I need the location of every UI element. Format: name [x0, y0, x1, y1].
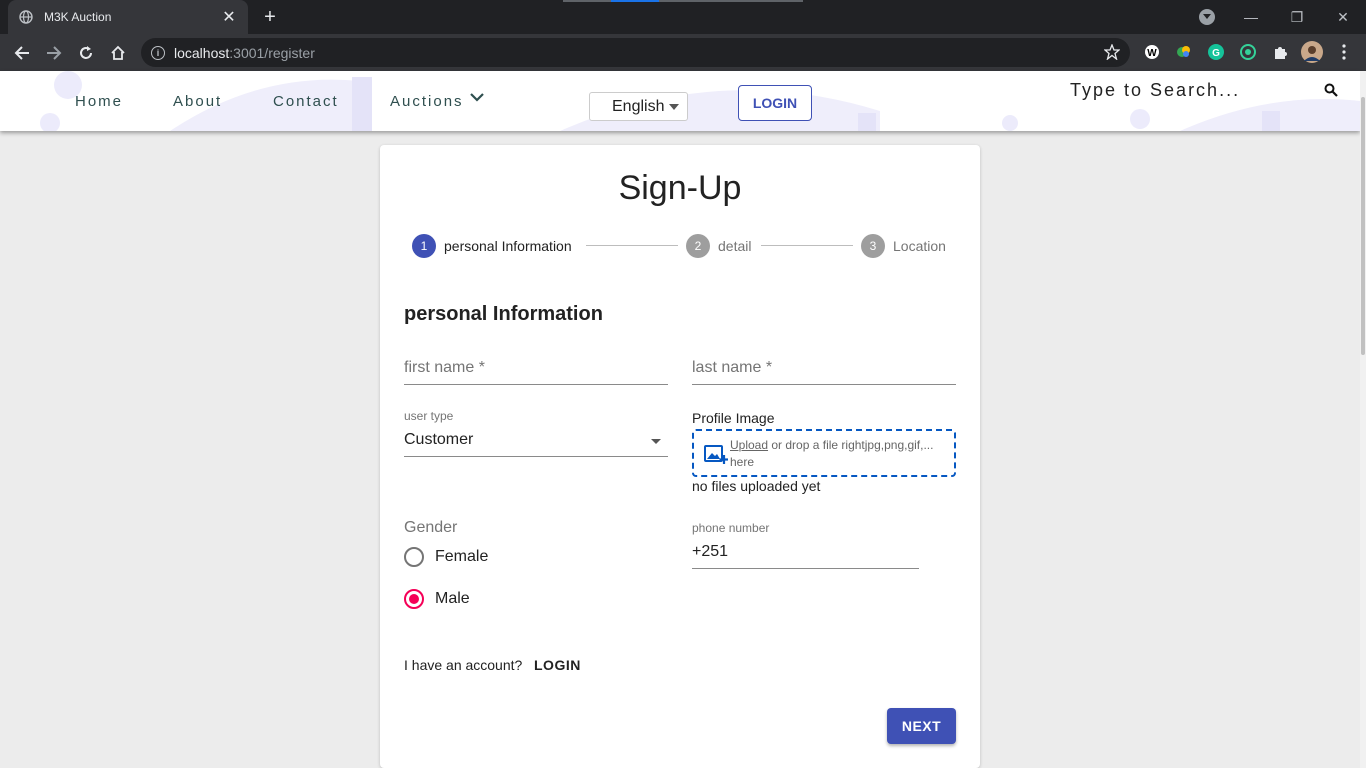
browser-tab[interactable]: M3K Auction ✕	[8, 0, 248, 34]
language-value: English	[612, 97, 665, 115]
profile-image-dropzone[interactable]: Upload or drop a file rightjpg,png,gif,.…	[692, 429, 956, 477]
gender-option-male[interactable]: Male	[404, 589, 470, 609]
section-title: personal Information	[404, 303, 603, 325]
site-info-icon[interactable]: i	[151, 45, 165, 60]
extension-w-icon[interactable]: W	[1143, 43, 1161, 61]
step-personal-information: 1 personal Information	[412, 234, 572, 258]
tab-search-icon[interactable]	[1199, 9, 1215, 25]
tab-strip-divider	[563, 0, 803, 2]
home-icon[interactable]	[104, 39, 132, 67]
login-link[interactable]: LOGIN	[534, 657, 581, 673]
svg-text:G: G	[1212, 48, 1220, 59]
url-path: :3001/register	[229, 44, 315, 61]
browser-menu-icon[interactable]	[1335, 43, 1353, 61]
add-photo-icon	[704, 443, 728, 465]
minimize-icon[interactable]: —	[1228, 0, 1274, 34]
chevron-down-icon[interactable]	[470, 89, 484, 107]
nav-about[interactable]: About	[173, 93, 222, 110]
phone-input[interactable]: +251	[692, 541, 919, 569]
nav-home[interactable]: Home	[75, 93, 123, 110]
tab-title: M3K Auction	[44, 10, 112, 24]
signup-card: Sign-Up 1 personal Information 2 detail …	[380, 145, 980, 768]
radio-label: Female	[435, 548, 489, 565]
step-detail: 2 detail	[686, 234, 751, 258]
step-number: 2	[686, 234, 710, 258]
have-account-text: I have an account?	[404, 657, 523, 673]
nav-contact[interactable]: Contact	[273, 93, 339, 110]
radio-female[interactable]	[404, 547, 424, 567]
profile-image-label: Profile Image	[692, 410, 775, 426]
step-number: 3	[861, 234, 885, 258]
search-icon[interactable]	[1324, 83, 1340, 99]
step-number: 1	[412, 234, 436, 258]
extension-target-icon[interactable]	[1239, 43, 1257, 61]
gender-option-female[interactable]: Female	[404, 547, 488, 567]
radio-male[interactable]	[404, 589, 424, 609]
step-connector	[761, 245, 853, 246]
phone-label: phone number	[692, 521, 770, 535]
window-close-icon[interactable]: ✕	[1320, 0, 1366, 34]
browser-toolbar: i localhost:3001/register W G	[0, 34, 1366, 71]
last-name-field[interactable]: last name *	[692, 355, 956, 385]
step-connector	[586, 245, 678, 246]
user-type-label: user type	[404, 409, 454, 423]
browser-tab-bar: M3K Auction ✕ + — ❐ ✕	[0, 0, 1366, 34]
phone-value: +251	[692, 543, 729, 560]
next-button[interactable]: NEXT	[887, 708, 956, 744]
step-label: personal Information	[444, 238, 572, 254]
page-title: Sign-Up	[618, 169, 742, 207]
svg-text:W: W	[1147, 48, 1157, 59]
step-label: Location	[893, 238, 946, 254]
radio-label: Male	[435, 590, 470, 607]
caret-down-icon	[651, 439, 661, 444]
scrollbar-thumb[interactable]	[1361, 97, 1365, 355]
language-select[interactable]: English	[589, 92, 688, 121]
last-name-placeholder: last name *	[692, 359, 773, 376]
new-tab-button[interactable]: +	[258, 5, 282, 29]
gender-label: Gender	[404, 519, 458, 536]
user-type-select[interactable]: Customer	[404, 427, 668, 457]
first-name-placeholder: first name *	[404, 359, 485, 376]
step-location: 3 Location	[861, 234, 946, 258]
dropzone-text: Upload or drop a file rightjpg,png,gif,.…	[730, 437, 950, 471]
restore-icon[interactable]: ❐	[1274, 0, 1320, 34]
upload-link[interactable]: Upload	[730, 438, 768, 452]
extension-color-icon[interactable]	[1175, 43, 1193, 61]
search-input[interactable]: Type to Search...	[1070, 80, 1240, 101]
login-button[interactable]: LOGIN	[738, 85, 812, 121]
avatar[interactable]	[1301, 41, 1323, 63]
url-host: localhost	[174, 44, 230, 61]
nav-auctions[interactable]: Auctions	[390, 93, 464, 110]
bookmark-star-icon[interactable]	[1103, 43, 1121, 65]
no-files-text: no files uploaded yet	[692, 478, 821, 494]
tab-strip-highlight	[611, 0, 659, 2]
app-header: Home About Contact Auctions English LOGI…	[0, 71, 1360, 131]
caret-down-icon	[669, 104, 679, 110]
grammarly-icon[interactable]: G	[1207, 43, 1225, 61]
address-bar[interactable]: i localhost:3001/register	[141, 38, 1130, 67]
close-icon[interactable]: ✕	[220, 8, 238, 26]
reload-icon[interactable]	[72, 39, 100, 67]
back-icon[interactable]	[8, 39, 36, 67]
first-name-field[interactable]: first name *	[404, 355, 668, 385]
user-type-value: Customer	[404, 431, 474, 448]
globe-icon	[18, 9, 34, 25]
forward-icon[interactable]	[40, 39, 68, 67]
extensions-puzzle-icon[interactable]	[1271, 43, 1289, 61]
step-label: detail	[718, 238, 752, 254]
